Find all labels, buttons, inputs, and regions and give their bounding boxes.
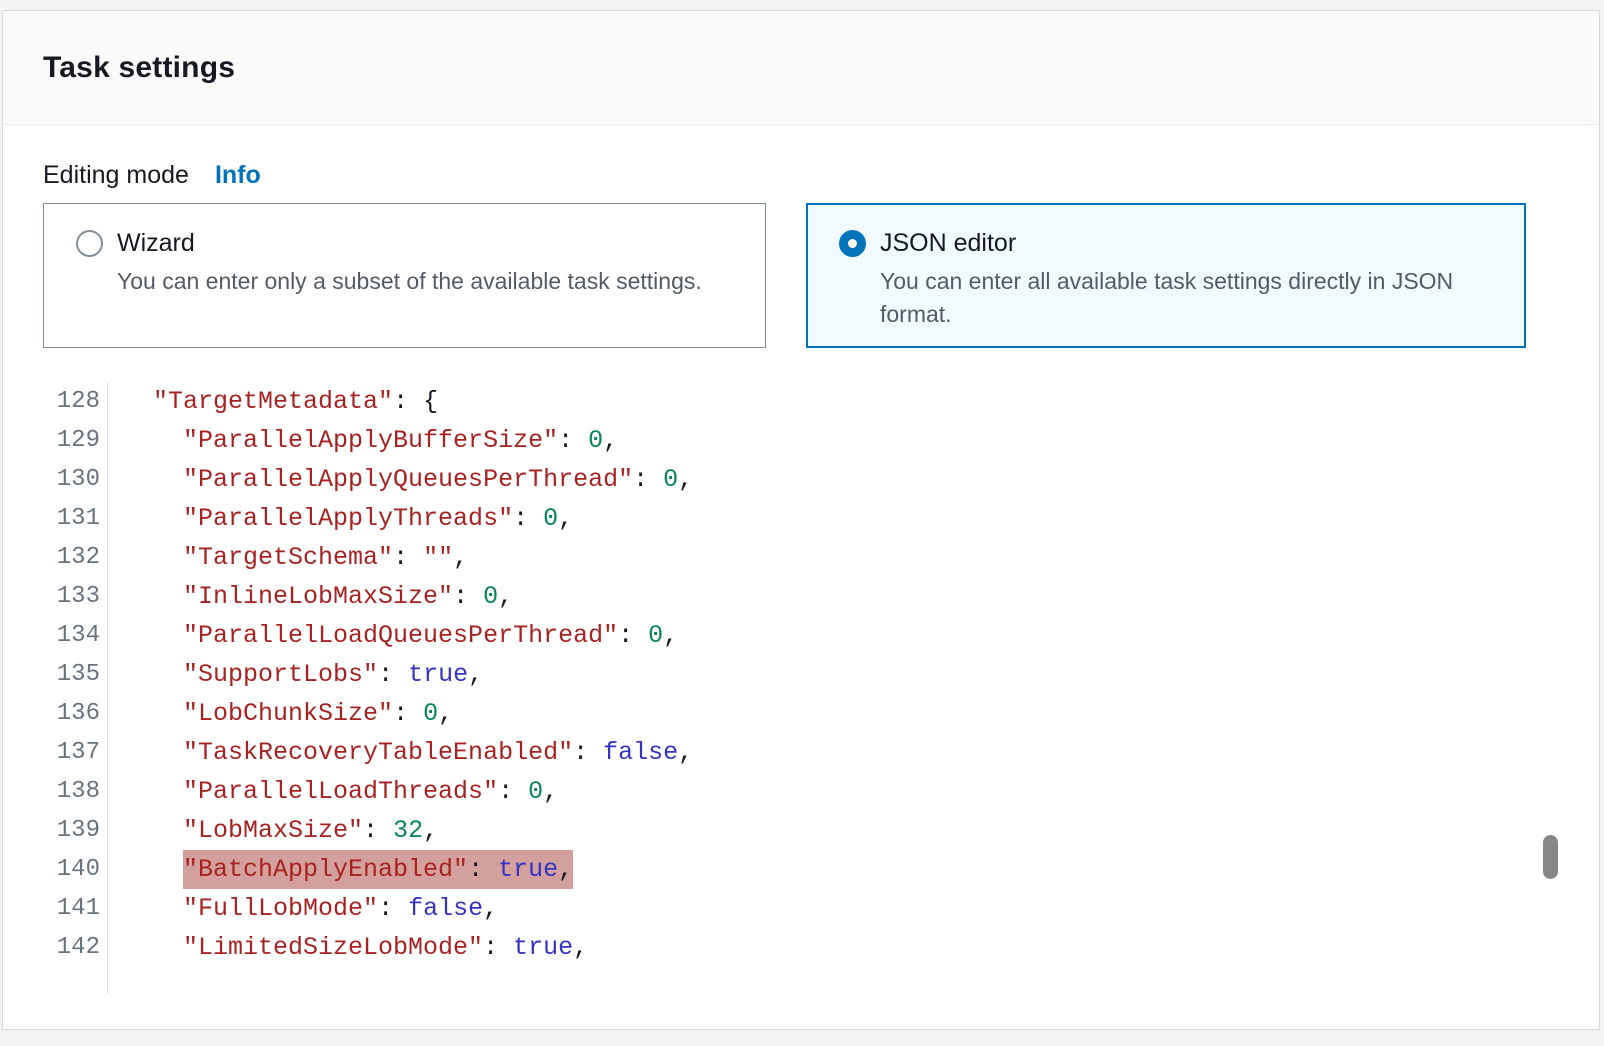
editing-mode-row: Editing mode Info bbox=[43, 161, 1559, 190]
json-editor-option-card[interactable]: JSON editor You can enter all available … bbox=[806, 203, 1526, 348]
code-text: "ParallelLoadThreads": 0, bbox=[108, 772, 558, 811]
json-editor-radio-icon[interactable] bbox=[839, 230, 866, 257]
line-number: 129 bbox=[43, 421, 108, 460]
code-line-partial bbox=[43, 967, 1559, 994]
code-text: "TaskRecoveryTableEnabled": false, bbox=[108, 733, 693, 772]
code-text: "LimitedSizeLobMode": true, bbox=[108, 928, 588, 967]
wizard-option-label[interactable]: Wizard bbox=[117, 226, 702, 261]
line-number: 128 bbox=[43, 382, 108, 421]
code-text: "ParallelApplyBufferSize": 0, bbox=[108, 421, 618, 460]
code-text: "LobChunkSize": 0, bbox=[108, 694, 453, 733]
line-number: 137 bbox=[43, 733, 108, 772]
code-text: "TargetMetadata": { bbox=[108, 382, 438, 421]
code-line[interactable]: 139 "LobMaxSize": 32, bbox=[43, 811, 1559, 850]
code-text: "BatchApplyEnabled": true, bbox=[108, 850, 573, 889]
code-editor[interactable]: 128 "TargetMetadata": {129 "ParallelAppl… bbox=[43, 382, 1559, 994]
code-text: "InlineLobMaxSize": 0, bbox=[108, 577, 513, 616]
code-line[interactable]: 130 "ParallelApplyQueuesPerThread": 0, bbox=[43, 460, 1559, 499]
wizard-option-card[interactable]: Wizard You can enter only a subset of th… bbox=[43, 203, 766, 348]
line-number: 135 bbox=[43, 655, 108, 694]
gutter-tail bbox=[43, 967, 108, 994]
code-text: "TargetSchema": "", bbox=[108, 538, 468, 577]
vertical-scrollbar-thumb[interactable] bbox=[1543, 835, 1558, 879]
wizard-option-text: Wizard You can enter only a subset of th… bbox=[117, 226, 702, 298]
wizard-option-description: You can enter only a subset of the avail… bbox=[117, 265, 702, 298]
line-number: 140 bbox=[43, 850, 108, 889]
code-line[interactable]: 136 "LobChunkSize": 0, bbox=[43, 694, 1559, 733]
line-number: 136 bbox=[43, 694, 108, 733]
code-line[interactable]: 141 "FullLobMode": false, bbox=[43, 889, 1559, 928]
code-line[interactable]: 131 "ParallelApplyThreads": 0, bbox=[43, 499, 1559, 538]
line-number: 133 bbox=[43, 577, 108, 616]
editing-mode-radio-group: Wizard You can enter only a subset of th… bbox=[43, 203, 1559, 348]
code-text: "ParallelApplyThreads": 0, bbox=[108, 499, 573, 538]
code-text: "SupportLobs": true, bbox=[108, 655, 483, 694]
code-text: "LobMaxSize": 32, bbox=[108, 811, 438, 850]
info-link[interactable]: Info bbox=[215, 161, 261, 190]
line-number: 131 bbox=[43, 499, 108, 538]
line-number: 134 bbox=[43, 616, 108, 655]
panel-header: Task settings bbox=[3, 11, 1599, 125]
code-line[interactable]: 138 "ParallelLoadThreads": 0, bbox=[43, 772, 1559, 811]
code-line[interactable]: 142 "LimitedSizeLobMode": true, bbox=[43, 928, 1559, 967]
line-number: 138 bbox=[43, 772, 108, 811]
page-title: Task settings bbox=[43, 51, 235, 85]
line-number: 130 bbox=[43, 460, 108, 499]
code-line[interactable]: 135 "SupportLobs": true, bbox=[43, 655, 1559, 694]
line-number: 141 bbox=[43, 889, 108, 928]
line-number: 139 bbox=[43, 811, 108, 850]
code-text: "ParallelApplyQueuesPerThread": 0, bbox=[108, 460, 693, 499]
code-text: "ParallelLoadQueuesPerThread": 0, bbox=[108, 616, 678, 655]
code-line[interactable]: 132 "TargetSchema": "", bbox=[43, 538, 1559, 577]
editing-mode-label: Editing mode bbox=[43, 161, 189, 190]
code-line[interactable]: 137 "TaskRecoveryTableEnabled": false, bbox=[43, 733, 1559, 772]
code-line[interactable]: 128 "TargetMetadata": { bbox=[43, 382, 1559, 421]
panel-body: Editing mode Info Wizard You can enter o… bbox=[3, 125, 1599, 994]
code-line[interactable]: 134 "ParallelLoadQueuesPerThread": 0, bbox=[43, 616, 1559, 655]
line-number: 142 bbox=[43, 928, 108, 967]
search-highlight: "BatchApplyEnabled": true, bbox=[183, 850, 573, 889]
code-line[interactable]: 133 "InlineLobMaxSize": 0, bbox=[43, 577, 1559, 616]
line-number: 132 bbox=[43, 538, 108, 577]
json-editor-option-label[interactable]: JSON editor bbox=[880, 226, 1492, 261]
code-line[interactable]: 129 "ParallelApplyBufferSize": 0, bbox=[43, 421, 1559, 460]
task-settings-panel: Task settings Editing mode Info Wizard Y… bbox=[2, 10, 1600, 1030]
code-line[interactable]: 140 "BatchApplyEnabled": true, bbox=[43, 850, 1559, 889]
json-editor-option-text: JSON editor You can enter all available … bbox=[880, 226, 1492, 331]
wizard-radio-icon[interactable] bbox=[76, 230, 103, 257]
json-editor-option-description: You can enter all available task setting… bbox=[880, 265, 1492, 331]
code-text: "FullLobMode": false, bbox=[108, 889, 498, 928]
